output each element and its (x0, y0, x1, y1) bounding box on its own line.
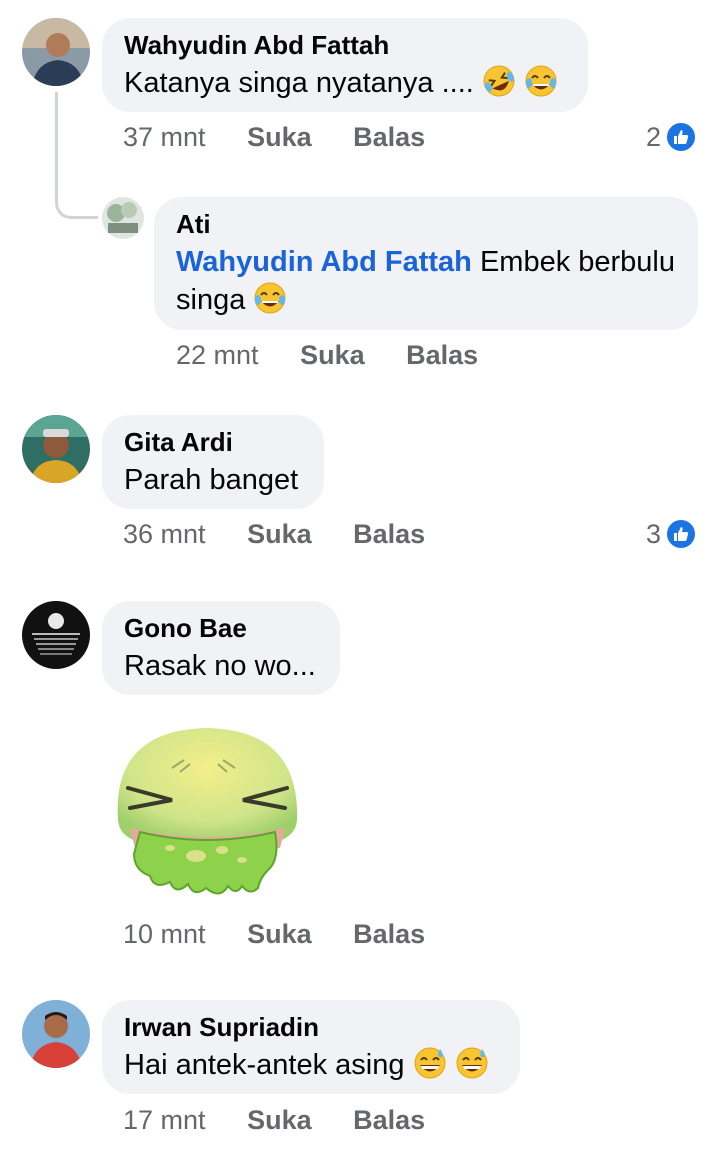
like-button[interactable]: Suka (300, 340, 365, 371)
reaction-count-value: 3 (646, 518, 662, 549)
comment-time[interactable]: 36 mnt (123, 519, 206, 550)
avatar[interactable] (22, 415, 90, 483)
comment-time[interactable]: 17 mnt (123, 1105, 206, 1136)
comment-time[interactable]: 10 mnt (123, 919, 206, 950)
comment-author[interactable]: Wahyudin Abd Fattah (124, 30, 566, 60)
comment-meta: 17 mnt Suka Balas (123, 1105, 425, 1136)
like-button[interactable]: Suka (247, 519, 312, 550)
comment-meta: 37 mnt Suka Balas (123, 122, 425, 153)
comment-time[interactable]: 37 mnt (123, 122, 206, 153)
like-button[interactable]: Suka (247, 122, 312, 153)
comment-author[interactable]: Gono Bae (124, 613, 318, 643)
reaction-count-value: 2 (646, 121, 662, 152)
reply-button[interactable]: Balas (353, 519, 425, 550)
comment-author[interactable]: Ati (176, 209, 676, 239)
thumbs-up-icon (665, 121, 698, 153)
comment-text: Hai antek-antek asing (124, 1049, 405, 1081)
thumbs-up-icon (665, 518, 698, 550)
comment-text: Rasak no wo... (124, 650, 316, 682)
avatar[interactable] (22, 18, 90, 86)
vomiting-face-sticker[interactable] (110, 720, 305, 905)
reply-button[interactable]: Balas (353, 919, 425, 950)
comment-time[interactable]: 22 mnt (176, 340, 259, 371)
like-button[interactable]: Suka (247, 1105, 312, 1136)
comment-meta: 10 mnt Suka Balas (123, 919, 425, 950)
comment-bubble: Gono Bae Rasak no wo... (102, 601, 340, 695)
grinning-sweat-emoji (413, 1046, 447, 1080)
reply-button[interactable]: Balas (353, 1105, 425, 1136)
reply-button[interactable]: Balas (353, 122, 425, 153)
rolling-laugh-emoji (482, 64, 516, 98)
tears-of-joy-emoji (524, 64, 558, 98)
comment-author[interactable]: Irwan Supriadin (124, 1012, 498, 1042)
like-button[interactable]: Suka (247, 919, 312, 950)
comment-meta: 36 mnt Suka Balas (123, 519, 425, 550)
reaction-count[interactable]: 2 (646, 121, 698, 153)
avatar[interactable] (102, 197, 144, 239)
comment-bubble: Ati Wahyudin Abd Fattah Embek berbulu si… (154, 197, 698, 330)
comment-author[interactable]: Gita Ardi (124, 427, 302, 457)
reply-thread-line (55, 92, 98, 219)
comment-text: Parah banget (124, 464, 299, 496)
tears-of-joy-emoji (253, 281, 287, 315)
grinning-sweat-emoji (455, 1046, 489, 1080)
comment-meta: 22 mnt Suka Balas (176, 340, 478, 371)
comment-text: Katanya singa nyatanya .... (124, 67, 474, 99)
comment-bubble: Irwan Supriadin Hai antek-antek asing (102, 1000, 520, 1094)
comment-bubble: Wahyudin Abd Fattah Katanya singa nyatan… (102, 18, 588, 112)
comment-bubble: Gita Ardi Parah banget (102, 415, 324, 509)
mention-link[interactable]: Wahyudin Abd Fattah (176, 246, 472, 278)
avatar[interactable] (22, 601, 90, 669)
reaction-count[interactable]: 3 (646, 518, 698, 550)
avatar[interactable] (22, 1000, 90, 1068)
reply-button[interactable]: Balas (406, 340, 478, 371)
